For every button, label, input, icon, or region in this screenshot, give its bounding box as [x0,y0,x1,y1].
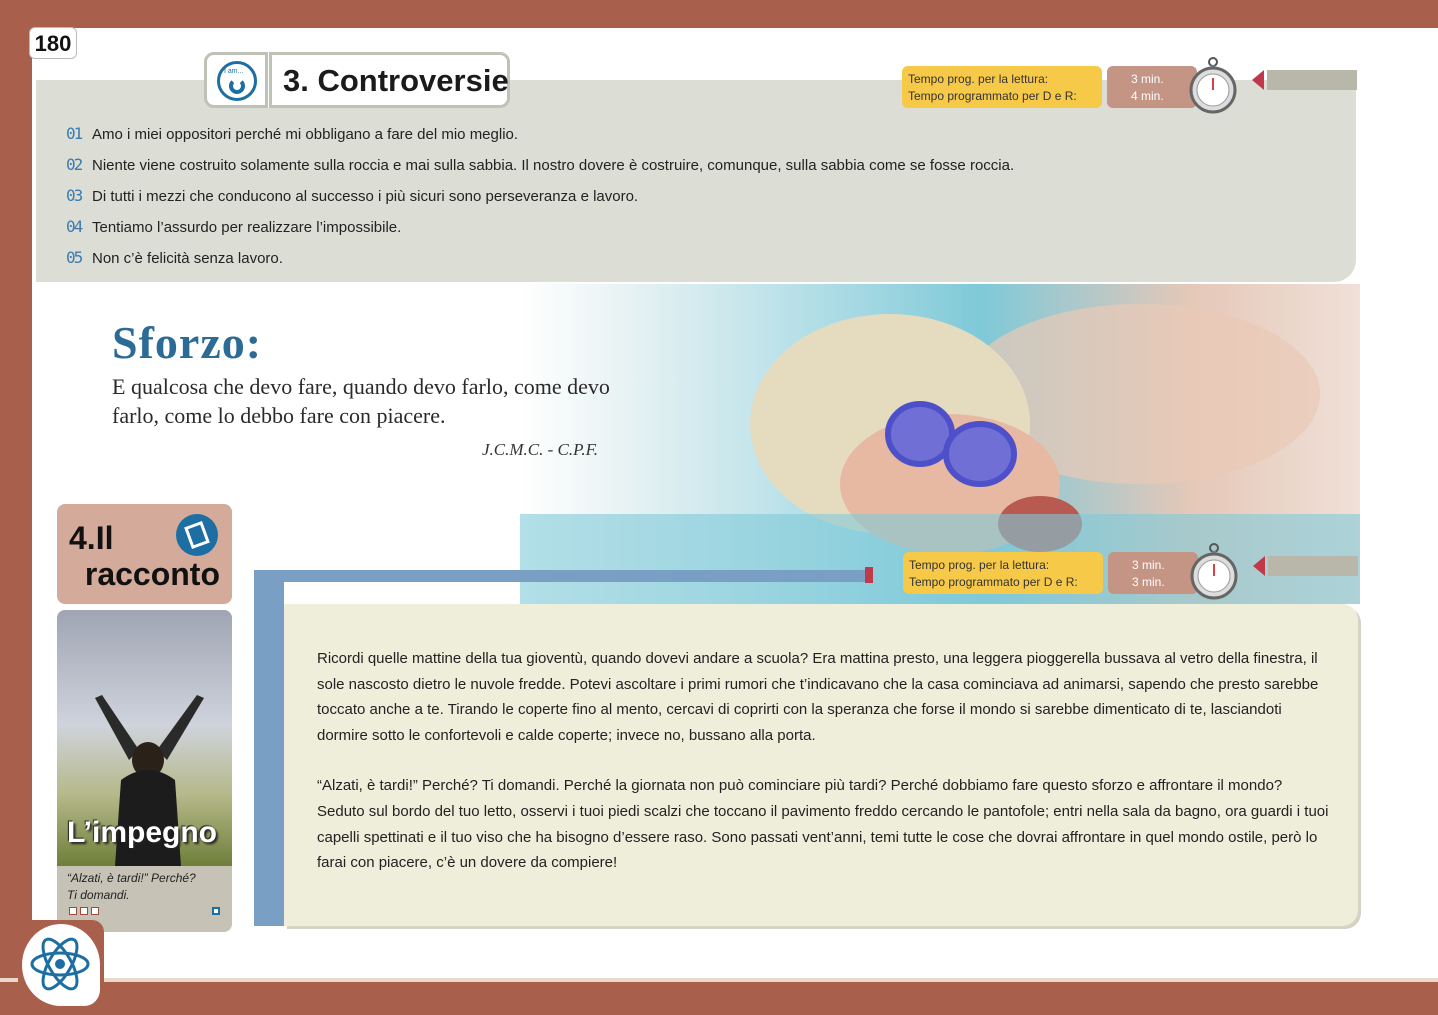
card-next-dot[interactable] [212,907,220,915]
atom-icon [30,937,90,991]
atom-head-logo [18,920,104,1010]
stopwatch-icon [1189,57,1237,114]
item-text: Tentiamo l’assurdo per realizzare l’impo… [92,219,402,236]
sforzo-title: Sforzo: [112,317,263,368]
timer-bar [1267,70,1357,90]
section-3-title-tab: I am... 3. Controversie [204,52,510,108]
item-number: 03 [66,186,83,205]
section-4-title-line1: 4.Il [69,520,114,556]
list-item: 05 Non c’è felicità senza lavoro. [66,248,1014,279]
timer-minutes: 3 min. 4 min. [1107,66,1197,108]
card-title: L’impegno [67,816,217,849]
quotes-list: 01 Amo i miei oppositori perché mi obblig… [66,124,1014,279]
book-icon [176,514,218,556]
sforzo-definition: E qualcosa che devo fare, quando devo fa… [112,374,610,428]
story-frame-top [254,570,870,582]
section-3-title: 3. Controversie [283,63,509,98]
pagination-dot[interactable] [69,907,77,915]
timer-reading-label: Tempo prog. per la lettura: [909,558,1050,572]
stopwatch-icon [1190,543,1238,600]
timer-labels: Tempo prog. per la lettura: Tempo progra… [903,552,1103,594]
item-number: 05 [66,248,83,267]
story-card[interactable]: L’impegno “Alzati, è tardi!” Perché? Ti … [57,610,232,932]
item-text: Niente viene costruito solamente sulla r… [92,157,1015,174]
item-number: 01 [66,124,83,143]
timer-labels: Tempo prog. per la lettura: Tempo progra… [902,66,1102,108]
story-text: Ricordi quelle mattine della tua giovent… [317,646,1329,901]
item-number: 04 [66,217,83,236]
story-paragraph-1: Ricordi quelle mattine della tua giovent… [317,650,1319,744]
list-item: 03 Di tutti i mezzi che conducono al succ… [66,186,1014,217]
timer-minutes: 3 min. 3 min. [1108,552,1198,594]
story-paragraph-2: “Alzati, è tardi!” Perché? Ti domandi. P… [317,777,1329,872]
timer-bar [1268,556,1358,576]
card-pagination [69,907,102,918]
section-4-title-line2: racconto [84,556,220,592]
pagination-dot[interactable] [80,907,88,915]
list-item: 01 Amo i miei oppositori perché mi obblig… [66,124,1014,155]
bottom-strip [0,978,1438,982]
i-am-icon-label: I am... [224,68,244,75]
item-text: Di tutti i mezzi che conducono al succes… [92,188,639,205]
arrow-marker [1252,70,1264,90]
page-number: 180 [29,27,77,59]
item-text: Amo i miei oppositori perché mi obbligan… [92,126,519,143]
timer-dr-label: Tempo programmato per D e R: [909,575,1078,589]
card-caption-line2: Ti domandi. [67,888,130,902]
timer-reading-label: Tempo prog. per la lettura: [908,72,1049,86]
timer-dr-label: Tempo programmato per D e R: [908,89,1077,103]
list-item: 02 Niente viene costruito solamente sulla… [66,155,1014,186]
title-separator [265,52,272,108]
i-am-icon: I am... [217,61,257,101]
head-silhouette [22,924,100,1006]
card-caption: “Alzati, è tardi!” Perché? Ti domandi. [67,870,196,904]
section-4-title-tab: 4.Il racconto [57,504,232,604]
list-item: 04 Tentiamo l’assurdo per realizzare l’im… [66,217,1014,248]
item-number: 02 [66,155,83,174]
story-frame-left [254,570,284,926]
item-text: Non c’è felicità senza lavoro. [92,250,283,267]
arrow-marker [1253,556,1265,576]
card-caption-line1: “Alzati, è tardi!” Perché? [67,871,196,885]
frame-marker [865,567,873,583]
sforzo-signature: J.C.M.C. - C.P.F. [482,440,599,459]
pagination-dot[interactable] [91,907,99,915]
